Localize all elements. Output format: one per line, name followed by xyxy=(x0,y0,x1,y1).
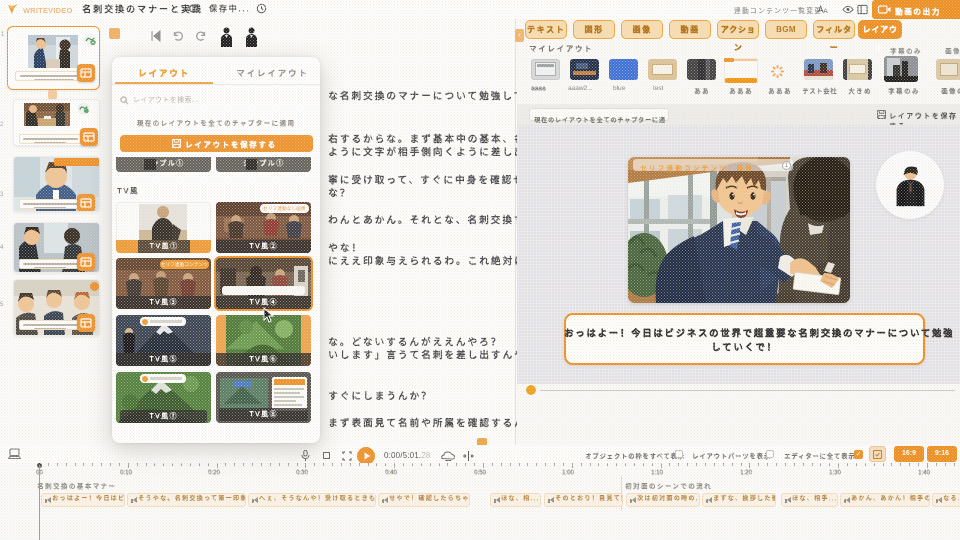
svg-text:A: A xyxy=(823,8,828,15)
